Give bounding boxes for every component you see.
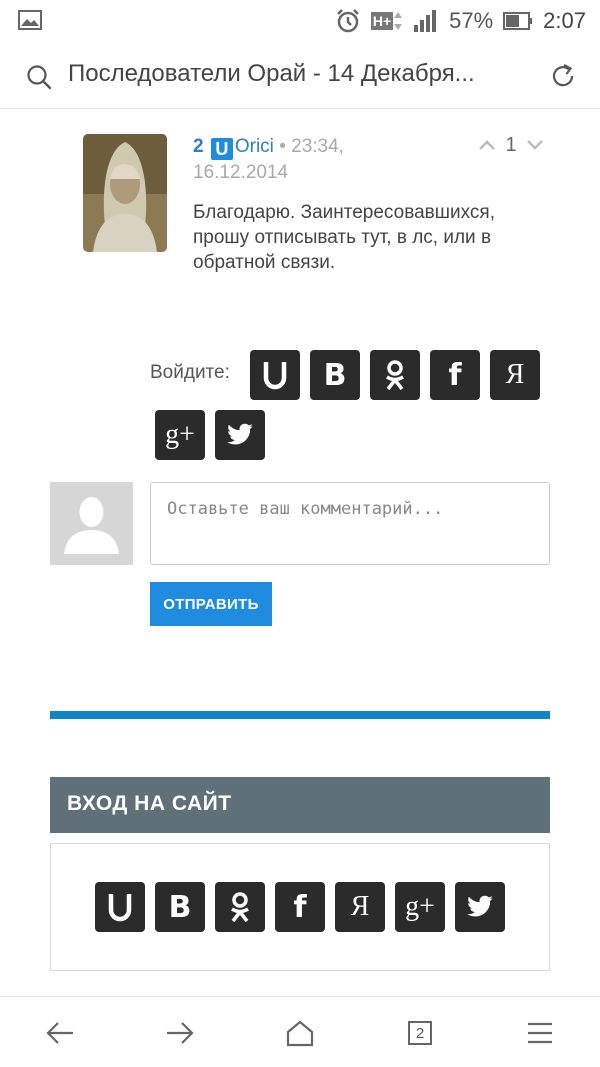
comment-number[interactable]: 2 [193, 136, 204, 157]
reload-icon[interactable] [549, 62, 577, 90]
vote-up-icon[interactable] [478, 139, 496, 151]
facebook-login-button[interactable]: f [430, 350, 480, 400]
google-plus-icon: g+ [165, 419, 195, 450]
yandex-icon: Я [350, 891, 370, 922]
back-button[interactable] [44, 1017, 76, 1049]
tabs-button[interactable]: 2 [404, 1017, 436, 1049]
ucoz-login-button[interactable] [250, 350, 300, 400]
battery-icon [503, 12, 533, 30]
vote-count: 1 [505, 133, 517, 156]
widget-twitter-login-button[interactable] [455, 882, 505, 932]
odnoklassniki-icon [386, 360, 404, 391]
comment-author[interactable]: Orici [235, 136, 274, 157]
vk-login-button[interactable]: В [310, 350, 360, 400]
site-login-header: ВХОД НА САЙТ [50, 777, 550, 833]
ucoz-user-icon: U [210, 138, 233, 160]
comment-vote: 1 [478, 132, 544, 158]
odnoklassniki-login-button[interactable] [370, 350, 420, 400]
widget-google-plus-login-button[interactable]: g+ [395, 882, 445, 932]
ucoz-icon [108, 894, 132, 922]
comment-input[interactable]: Оставьте ваш комментарий... [150, 482, 550, 565]
battery-percent: 57% [449, 8, 494, 33]
google-plus-icon: g+ [405, 891, 435, 922]
clock: 2:07 [543, 8, 586, 33]
network-type-icon: H+ [370, 10, 403, 32]
vk-icon: В [323, 357, 347, 393]
commenter-avatar[interactable] [83, 134, 167, 252]
widget-ucoz-login-button[interactable] [95, 882, 145, 932]
widget-odnoklassniki-login-button[interactable] [215, 882, 265, 932]
alarm-icon [336, 9, 359, 33]
twitter-icon [467, 895, 493, 917]
hamburger-menu-icon [528, 1022, 552, 1044]
page-title[interactable]: Последователи Орай - 14 Декабря... [68, 60, 528, 88]
search-icon[interactable] [26, 64, 52, 90]
address-bar[interactable]: Последователи Орай - 14 Декабря... [0, 42, 600, 109]
yandex-login-button[interactable]: Я [490, 350, 540, 400]
forward-button[interactable] [164, 1017, 196, 1049]
widget-facebook-login-button[interactable]: f [275, 882, 325, 932]
google-plus-login-button[interactable]: g+ [155, 410, 205, 460]
vote-down-icon[interactable] [526, 139, 544, 151]
facebook-icon: f [448, 357, 462, 393]
facebook-icon: f [293, 889, 307, 925]
status-bar: H+ 57% 2:07 [0, 0, 600, 42]
ucoz-icon [263, 362, 287, 390]
menu-button[interactable] [524, 1017, 556, 1049]
tabs-count: 2 [415, 1024, 425, 1042]
arrow-right-icon [167, 1022, 194, 1044]
comment-text: Благодарю. Заинтересовавшихся, прошу отп… [193, 202, 495, 273]
signal-icon [414, 10, 437, 32]
section-divider [50, 711, 550, 719]
submit-comment-button[interactable]: ОТПРАВИТЬ [150, 582, 272, 626]
twitter-login-button[interactable] [215, 410, 265, 460]
arrow-left-icon [46, 1022, 73, 1044]
widget-yandex-login-button[interactable]: Я [335, 882, 385, 932]
yandex-icon: Я [505, 359, 525, 390]
vk-icon: В [168, 889, 192, 925]
login-label: Войдите: [150, 362, 230, 383]
widget-vk-login-button[interactable]: В [155, 882, 205, 932]
home-button[interactable] [284, 1017, 316, 1049]
site-login-title: ВХОД НА САЙТ [67, 792, 232, 815]
comment-meta: 2 U Orici • 23:34, 16.12.2014 [193, 134, 423, 185]
twitter-icon [227, 423, 253, 445]
guest-avatar [50, 482, 133, 565]
gallery-notification-icon [18, 10, 42, 30]
home-icon [286, 1020, 314, 1047]
browser-bottom-nav: 2 [0, 996, 600, 1067]
odnoklassniki-icon [231, 892, 249, 923]
